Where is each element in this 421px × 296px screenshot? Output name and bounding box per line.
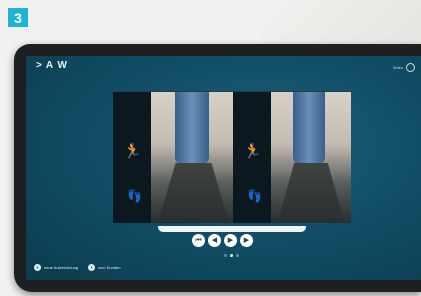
treadmill-video [271,92,351,223]
runner-icon: 🏃 [123,143,142,160]
pagination-dots [224,254,239,257]
new-recording-button[interactable]: + neue Aufzeichnung [34,264,78,271]
to-customer-label: zum Kunden [98,265,121,270]
video-toggle[interactable]: Video [393,63,415,72]
tablet-frame: > A W Video 🏃 👣 🏃 👣 ⏮ ◀ ▶ ▶ + neue Aufze… [14,44,421,292]
foot-icon: 👣 [247,189,262,203]
treadmill-belt [157,162,230,223]
panel-sidebar: 🏃 👣 [113,92,151,223]
app-screen: > A W Video 🏃 👣 🏃 👣 ⏮ ◀ ▶ ▶ + neue Aufze… [26,56,421,280]
playback-controls: ⏮ ◀ ▶ ▶ [192,234,253,247]
video-panel-left[interactable]: 🏃 👣 [113,91,236,223]
treadmill-belt [277,162,345,223]
user-icon: • [88,264,96,271]
rewind-button[interactable]: ◀ [208,234,221,247]
record-icon [406,63,415,72]
step-number-badge: 3 [8,8,28,27]
video-panel-right[interactable]: 🏃 👣 [233,91,351,223]
bottom-actions: + neue Aufzeichnung • zum Kunden [34,264,121,271]
logo-text: A W [45,60,68,71]
logo-chevron-icon: > [36,60,43,71]
play-button[interactable]: ▶ [224,234,237,247]
runner-legs [293,92,326,166]
runner-icon: 🏃 [243,143,262,160]
runner-legs [174,92,209,166]
page-dot[interactable] [224,254,227,257]
forward-button[interactable]: ▶ [240,234,253,247]
foot-icon: 👣 [127,189,142,203]
treadmill-video [151,92,236,223]
panel-sidebar: 🏃 👣 [233,92,271,223]
app-logo[interactable]: > A W [36,60,68,71]
plus-icon: + [34,264,41,271]
page-dot[interactable] [236,254,239,257]
new-recording-label: neue Aufzeichnung [44,265,79,270]
skip-back-button[interactable]: ⏮ [192,234,205,247]
page-dot-active[interactable] [230,254,233,257]
timeline-strip[interactable] [158,226,306,232]
to-customer-button[interactable]: • zum Kunden [88,264,121,271]
video-label: Video [392,65,403,70]
